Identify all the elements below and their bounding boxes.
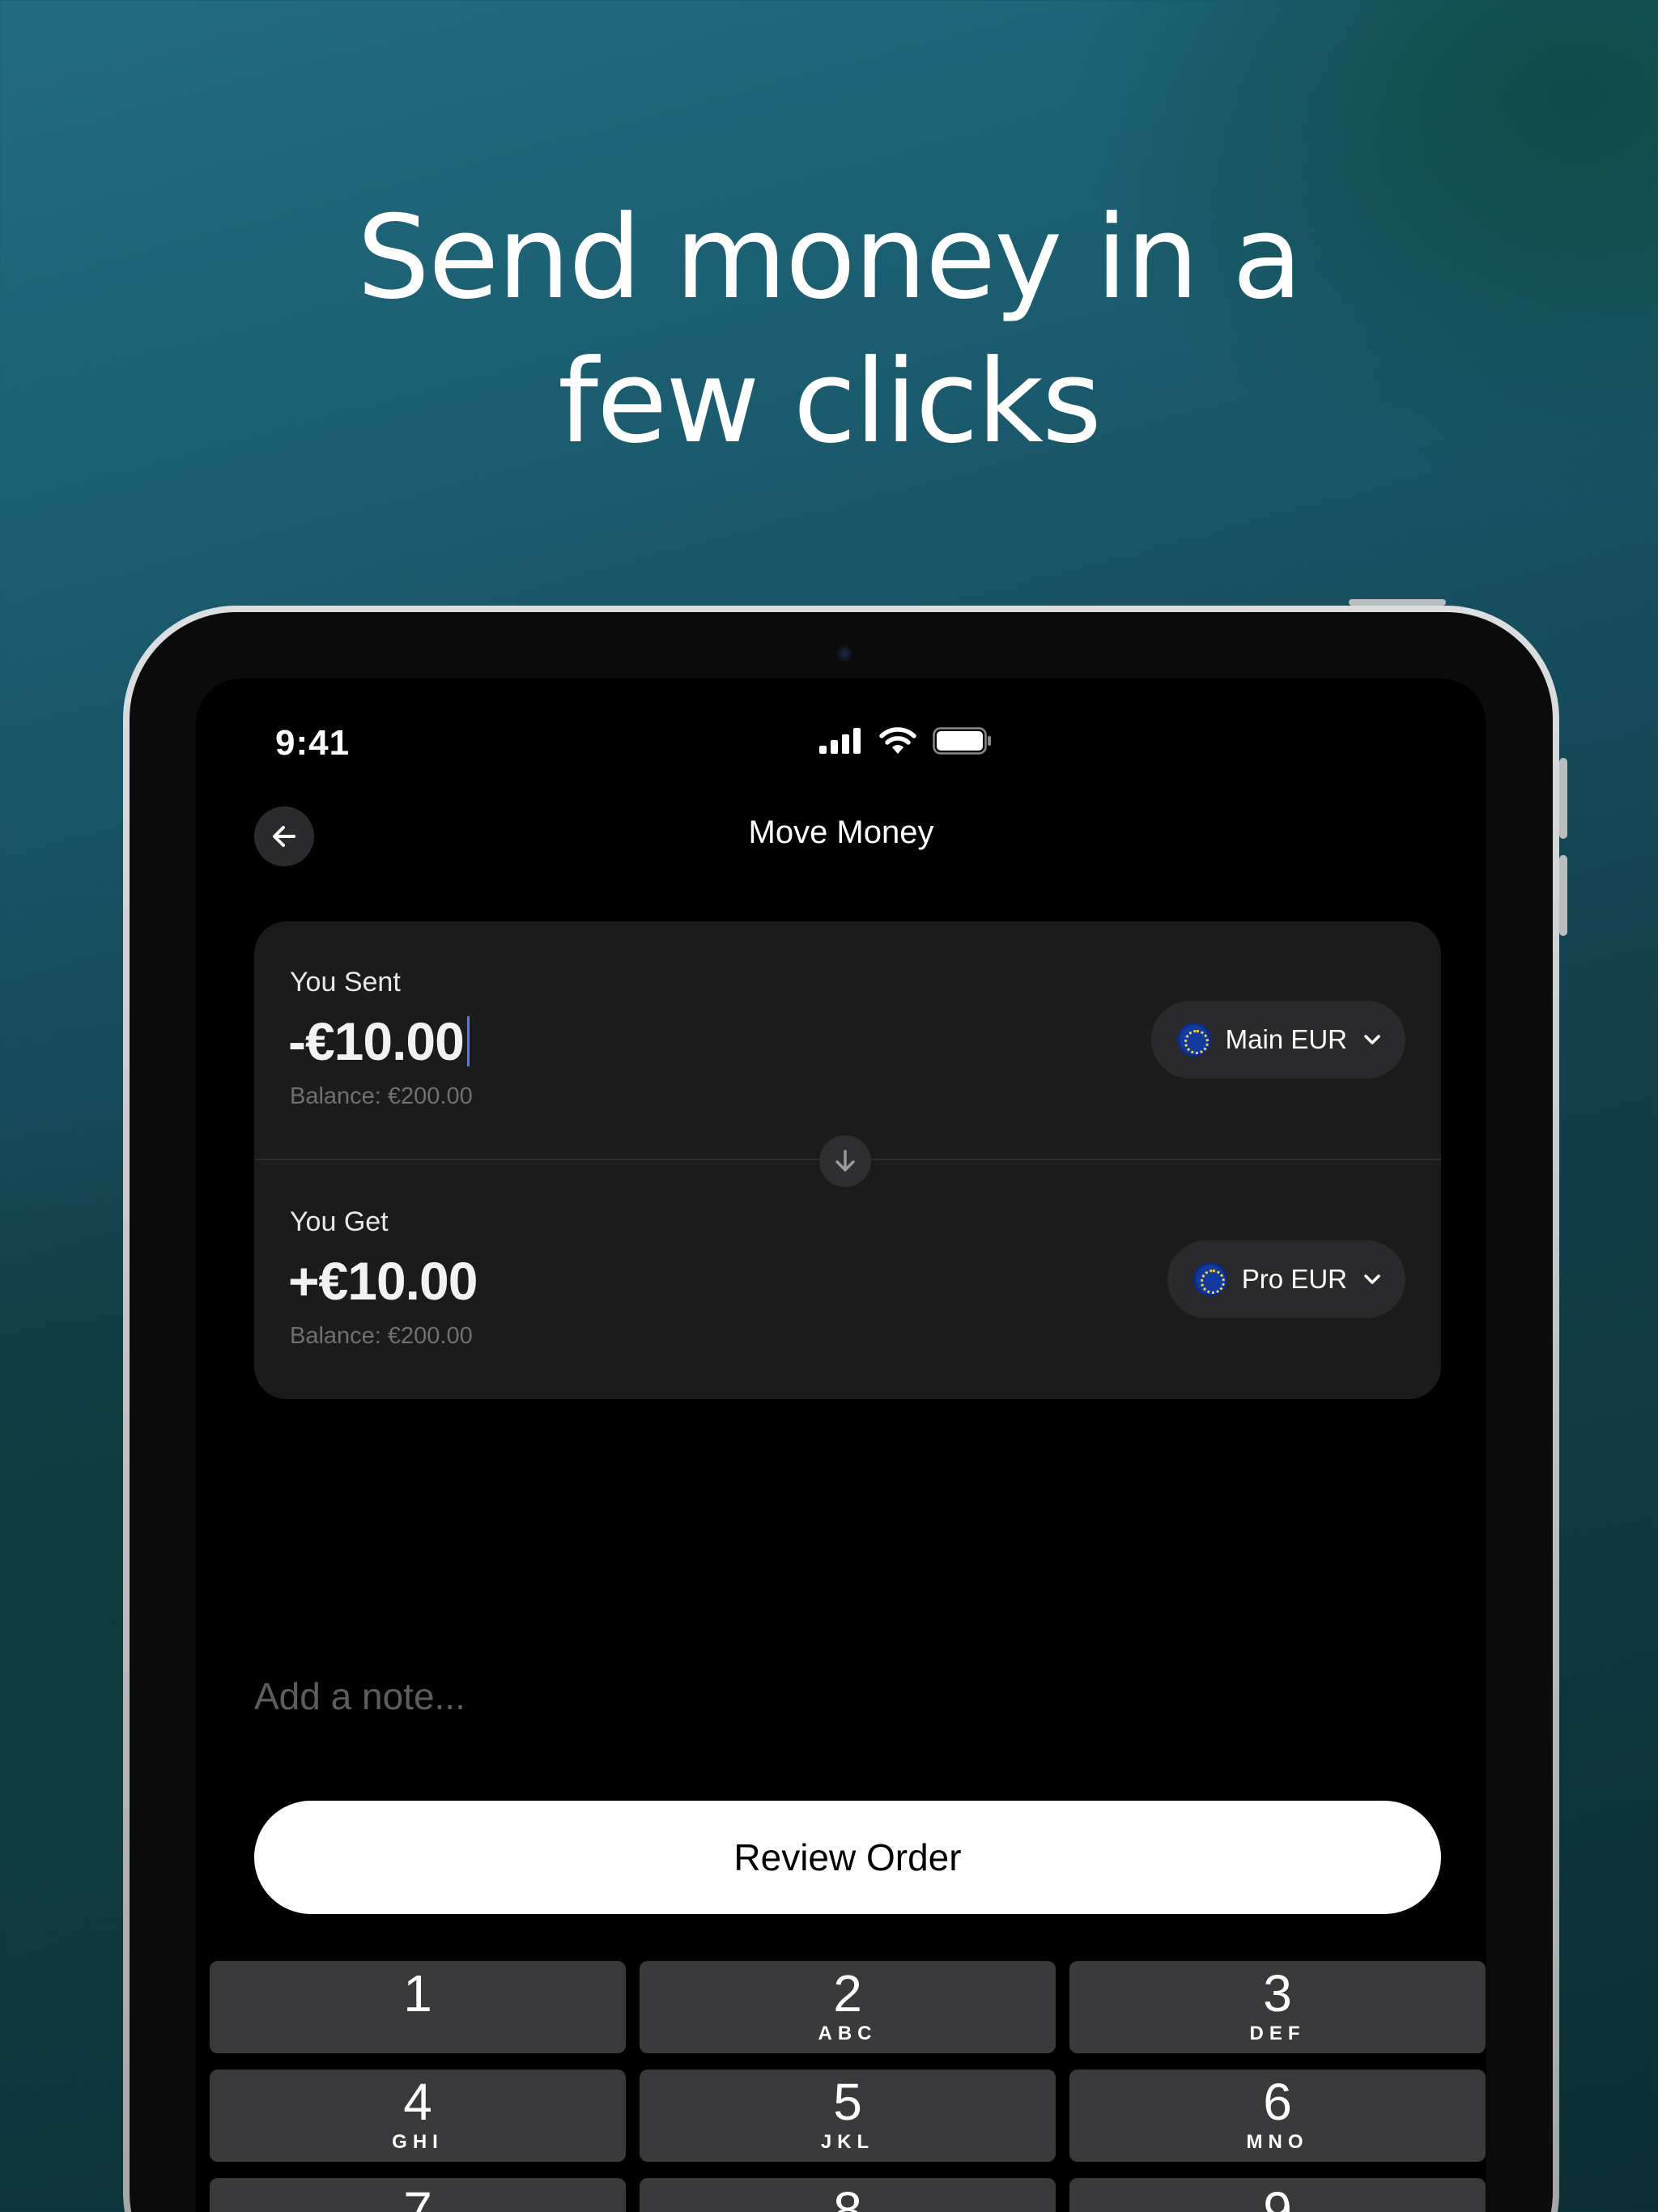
keypad-key-1[interactable]: 1	[210, 1961, 626, 2053]
text-cursor	[466, 1016, 470, 1066]
send-amount-value: -€10.00	[288, 1011, 465, 1071]
keypad-letters: GHI	[392, 2131, 444, 2153]
volume-up-button	[1559, 758, 1567, 839]
keypad-digit: 1	[403, 1964, 432, 2023]
wifi-icon	[879, 727, 916, 754]
keypad-key-6[interactable]: 6 MNO	[1069, 2069, 1486, 2162]
keypad-digit: 8	[833, 2181, 862, 2212]
review-order-button[interactable]: Review Order	[254, 1801, 1441, 1914]
keypad-letters: JKL	[820, 2131, 875, 2153]
keypad-letters: DEF	[1249, 2023, 1306, 2044]
status-time: 9:41	[275, 723, 351, 763]
receive-account-label: Pro EUR	[1241, 1264, 1347, 1294]
chevron-down-icon	[1364, 1274, 1380, 1284]
marketing-headline: Send money in a few clicks	[0, 186, 1658, 474]
arrow-down-icon	[835, 1150, 855, 1172]
keypad-key-4[interactable]: 4 GHI	[210, 2069, 626, 2162]
page-title: Move Money	[748, 815, 934, 850]
app-screen: 9:41 Move Money You Sent -€10.00 Balance…	[196, 678, 1486, 2212]
front-camera	[835, 644, 853, 662]
volume-down-button	[1559, 855, 1567, 936]
battery-icon	[933, 727, 991, 755]
keypad-digit: 2	[833, 1964, 862, 2023]
keypad-digit: 3	[1263, 1964, 1292, 2023]
keypad-digit: 9	[1263, 2181, 1292, 2212]
chevron-down-icon	[1364, 1035, 1380, 1044]
keypad-letters: ABC	[818, 2023, 878, 2044]
receive-balance: Balance: €200.00	[290, 1323, 473, 1349]
headline-line-2: few clicks	[558, 335, 1102, 469]
tablet-device-frame: 9:41 Move Money You Sent -€10.00 Balance…	[123, 599, 1567, 2212]
keypad-key-3[interactable]: 3 DEF	[1069, 1961, 1486, 2053]
send-account-selector[interactable]: Main EUR	[1150, 1001, 1405, 1078]
numeric-keypad: 1 2 ABC 3 DEF 4 GHI 5 JKL 6 MNO 7 8 9	[210, 1961, 1486, 2212]
send-amount-input[interactable]: -€10.00	[288, 1010, 470, 1072]
receive-account-selector[interactable]: Pro EUR	[1167, 1240, 1405, 1318]
receive-label: You Get	[290, 1206, 389, 1237]
headline-line-1: Send money in a	[356, 191, 1303, 325]
note-input[interactable]: Add a note...	[254, 1674, 466, 1718]
send-balance: Balance: €200.00	[290, 1083, 473, 1109]
device-bezel: 9:41 Move Money You Sent -€10.00 Balance…	[130, 612, 1553, 2212]
cellular-signal-icon	[819, 728, 861, 754]
keypad-letters: MNO	[1246, 2131, 1309, 2153]
swap-direction-button[interactable]	[819, 1135, 871, 1187]
transfer-card: You Sent -€10.00 Balance: €200.00 Main E…	[254, 921, 1441, 1399]
keypad-key-2[interactable]: 2 ABC	[640, 1961, 1056, 2053]
keypad-key-8[interactable]: 8	[640, 2178, 1056, 2212]
send-account-label: Main EUR	[1225, 1024, 1347, 1054]
keypad-key-7[interactable]: 7	[210, 2178, 626, 2212]
eu-flag-icon	[1176, 1023, 1211, 1057]
status-icons	[819, 727, 993, 755]
receive-amount: +€10.00	[288, 1251, 478, 1311]
keypad-key-9[interactable]: 9	[1069, 2178, 1486, 2212]
keypad-digit: 6	[1263, 2073, 1292, 2131]
keypad-digit: 5	[833, 2073, 862, 2131]
eu-flag-icon	[1192, 1262, 1227, 1296]
keypad-digit: 4	[403, 2073, 432, 2131]
top-button	[1349, 599, 1446, 606]
keypad-key-5[interactable]: 5 JKL	[640, 2069, 1056, 2162]
send-label: You Sent	[290, 967, 401, 998]
keypad-digit: 7	[403, 2181, 432, 2212]
